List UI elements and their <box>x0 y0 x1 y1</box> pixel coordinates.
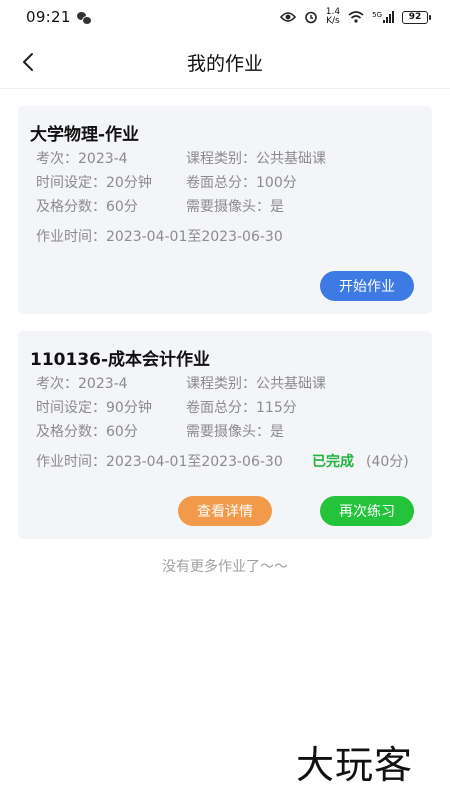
pass-score: 及格分数：60分 <box>36 199 138 215</box>
time-limit: 时间设定：20分钟 <box>36 175 152 191</box>
cell-signal: 5G <box>372 11 394 23</box>
network-speed: 1.4 K/s <box>326 8 340 26</box>
status-bar: 09:21 1.4 K/s 5G 92 <box>0 0 450 34</box>
watermark-logo: 大玩客 <box>296 743 414 787</box>
status-right: 1.4 K/s 5G 92 <box>279 8 431 26</box>
assignment-title: 110136-成本会计作业 <box>30 350 211 370</box>
header-divider <box>0 88 450 89</box>
start-assignment-button[interactable]: 开始作业 <box>320 271 414 301</box>
assignment-title: 大学物理-作业 <box>30 125 140 145</box>
pass-score: 及格分数：60分 <box>36 424 138 440</box>
alarm-icon <box>304 11 317 24</box>
signal-bars-icon <box>383 11 394 23</box>
camera-required: 需要摄像头：是 <box>186 424 284 440</box>
total-score: 卷面总分：115分 <box>186 400 297 416</box>
page-title: 我的作业 <box>186 52 263 75</box>
status-time: 09:21 <box>26 8 71 26</box>
work-time: 作业时间：2023-04-01至2023-06-30 <box>36 454 283 470</box>
network-type-label: 5G <box>372 11 382 19</box>
status-left: 09:21 <box>26 8 92 26</box>
battery-icon: 92 <box>402 10 431 24</box>
no-more-text: 没有更多作业了～～ <box>162 559 288 575</box>
course-type: 课程类别：公共基础课 <box>186 376 326 392</box>
wifi-icon <box>348 11 364 23</box>
time-limit: 时间设定：90分钟 <box>36 400 152 416</box>
speed-unit: K/s <box>326 16 340 26</box>
achieved-score: (40分) <box>366 454 409 470</box>
view-details-button[interactable]: 查看详情 <box>178 496 272 526</box>
wechat-notification-icon <box>76 11 92 25</box>
eye-icon <box>279 12 296 22</box>
back-arrow-icon[interactable] <box>14 48 42 76</box>
completed-status: 已完成 <box>312 454 354 470</box>
course-type: 课程类别：公共基础课 <box>186 151 326 167</box>
total-score: 卷面总分：100分 <box>186 175 297 191</box>
app-header: 我的作业 <box>0 40 450 84</box>
camera-required: 需要摄像头：是 <box>186 199 284 215</box>
assignment-card: 110136-成本会计作业 考次：2023-4 课程类别：公共基础课 时间设定：… <box>18 331 432 539</box>
practice-again-button[interactable]: 再次练习 <box>320 496 414 526</box>
exam-period: 考次：2023-4 <box>36 376 128 392</box>
exam-period: 考次：2023-4 <box>36 151 128 167</box>
assignment-card: 大学物理-作业 考次：2023-4 课程类别：公共基础课 时间设定：20分钟 卷… <box>18 106 432 314</box>
work-time: 作业时间：2023-04-01至2023-06-30 <box>36 229 283 245</box>
